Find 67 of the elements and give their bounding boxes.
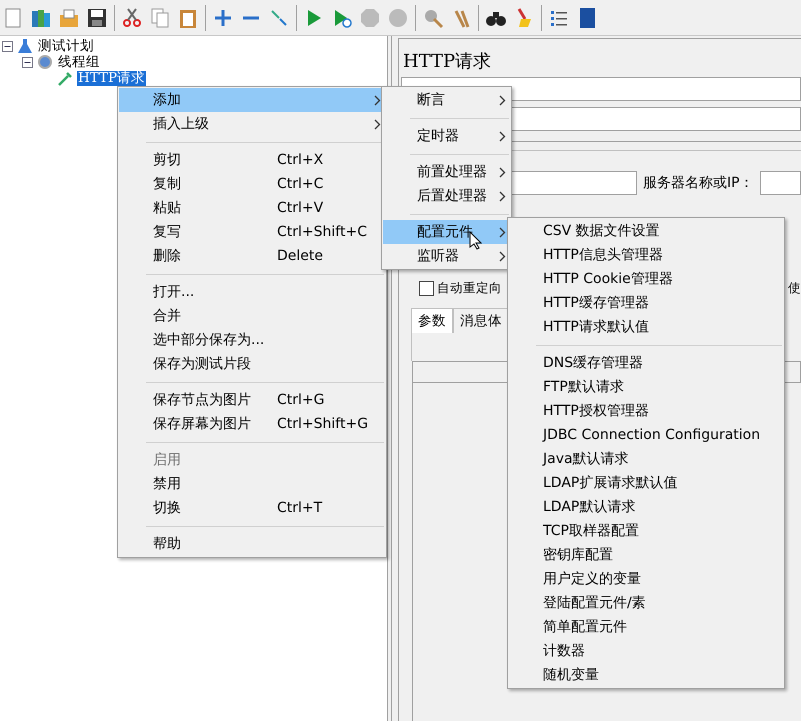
chevron-icon [374, 119, 381, 130]
menu-item[interactable]: HTTP授权管理器 [509, 399, 783, 423]
menu-item[interactable]: 禁用 [119, 472, 385, 496]
server-field[interactable] [760, 171, 801, 195]
menu-item[interactable]: CSV 数据文件设置 [509, 219, 783, 243]
menu-item[interactable]: FTP默认请求 [509, 375, 783, 399]
menu-item[interactable]: DNS缓存管理器 [509, 351, 783, 375]
scissors-icon[interactable] [121, 6, 143, 28]
menu-item[interactable]: 剪切 Ctrl+X [119, 148, 385, 172]
menu-item[interactable]: 复写 Ctrl+Shift+C [119, 220, 385, 244]
chevron-icon [499, 191, 506, 202]
menu-item[interactable]: 粘贴 Ctrl+V [119, 196, 385, 220]
menu-item[interactable]: Java默认请求 [509, 447, 783, 471]
menu-item[interactable]: 删除 Delete [119, 244, 385, 268]
menu-item[interactable]: 计数器 [509, 639, 783, 663]
chevron-icon [499, 167, 506, 178]
menu-item[interactable]: 切换 Ctrl+T [119, 496, 385, 520]
menu-item[interactable]: 前置处理器 [383, 160, 510, 184]
menu-item[interactable]: 密钥库配置 [509, 543, 783, 567]
menu-item[interactable]: HTTP请求默认值 [509, 315, 783, 339]
menu-item[interactable]: 用户定义的变量 [509, 567, 783, 591]
menu-item[interactable]: 后置处理器 [383, 184, 510, 208]
chevron-icon [374, 95, 381, 106]
checkbox[interactable] [419, 280, 434, 296]
menu-item[interactable]: 监听器 [383, 244, 510, 268]
option-label: 使 [788, 279, 801, 297]
tree-node-label[interactable]: HTTP请求 [77, 70, 146, 86]
tab[interactable]: 消息体 [453, 308, 509, 333]
server-label: 服务器名称或IP： [643, 174, 754, 192]
menu-item[interactable]: LDAP扩展请求默认值 [509, 471, 783, 495]
menu-item[interactable]: 配置元件 [383, 220, 510, 244]
menu-item[interactable]: 保存为测试片段 [119, 352, 385, 376]
menu-item[interactable]: 定时器 [383, 124, 510, 148]
chevron-icon [499, 227, 506, 238]
save-icon[interactable] [86, 6, 108, 28]
menu-item[interactable]: 简单配置元件 [509, 615, 783, 639]
chevron-icon [499, 251, 506, 262]
menu-item[interactable]: 保存屏幕为图片 Ctrl+Shift+G [119, 412, 385, 436]
chevron-icon [499, 95, 506, 106]
pipette-icon [56, 70, 74, 86]
tab[interactable]: 参数 [411, 308, 453, 333]
menu-item[interactable]: 帮助 [119, 532, 385, 556]
menu-item[interactable]: LDAP默认请求 [509, 495, 783, 519]
tree-node-label[interactable]: 测试计划 [37, 38, 95, 54]
open-folder-icon[interactable] [58, 6, 80, 28]
panel-title: HTTP请求 [403, 51, 492, 73]
chevron-icon [499, 131, 506, 142]
flask-icon [16, 38, 34, 54]
tree-node-label[interactable]: 线程组 [57, 54, 101, 70]
menu-item[interactable]: 选中部分保存为... [119, 328, 385, 352]
menu-item[interactable]: HTTP缓存管理器 [509, 291, 783, 315]
collapse-icon[interactable] [2, 40, 13, 52]
menu-item[interactable]: 保存节点为图片 Ctrl+G [119, 388, 385, 412]
menu-item[interactable]: JDBC Connection Configuration [509, 423, 783, 447]
menu-item[interactable]: 复制 Ctrl+C [119, 172, 385, 196]
menu-item[interactable]: 断言 [383, 88, 510, 112]
menu-item[interactable]: 合并 [119, 304, 385, 328]
menu-item[interactable]: 登陆配置元件/素 [509, 591, 783, 615]
collapse-icon[interactable] [22, 56, 33, 68]
menu-item[interactable]: TCP取样器配置 [509, 519, 783, 543]
checkbox-label: 自动重定向 [437, 279, 502, 297]
menu-item[interactable]: HTTP Cookie管理器 [509, 267, 783, 291]
menu-item[interactable]: 插入上级 [119, 112, 385, 136]
menu-item[interactable]: HTTP信息头管理器 [509, 243, 783, 267]
menu-item[interactable]: 随机变量 [509, 663, 783, 687]
copy-icon[interactable] [149, 6, 171, 28]
menu-item[interactable]: 打开... [119, 280, 385, 304]
